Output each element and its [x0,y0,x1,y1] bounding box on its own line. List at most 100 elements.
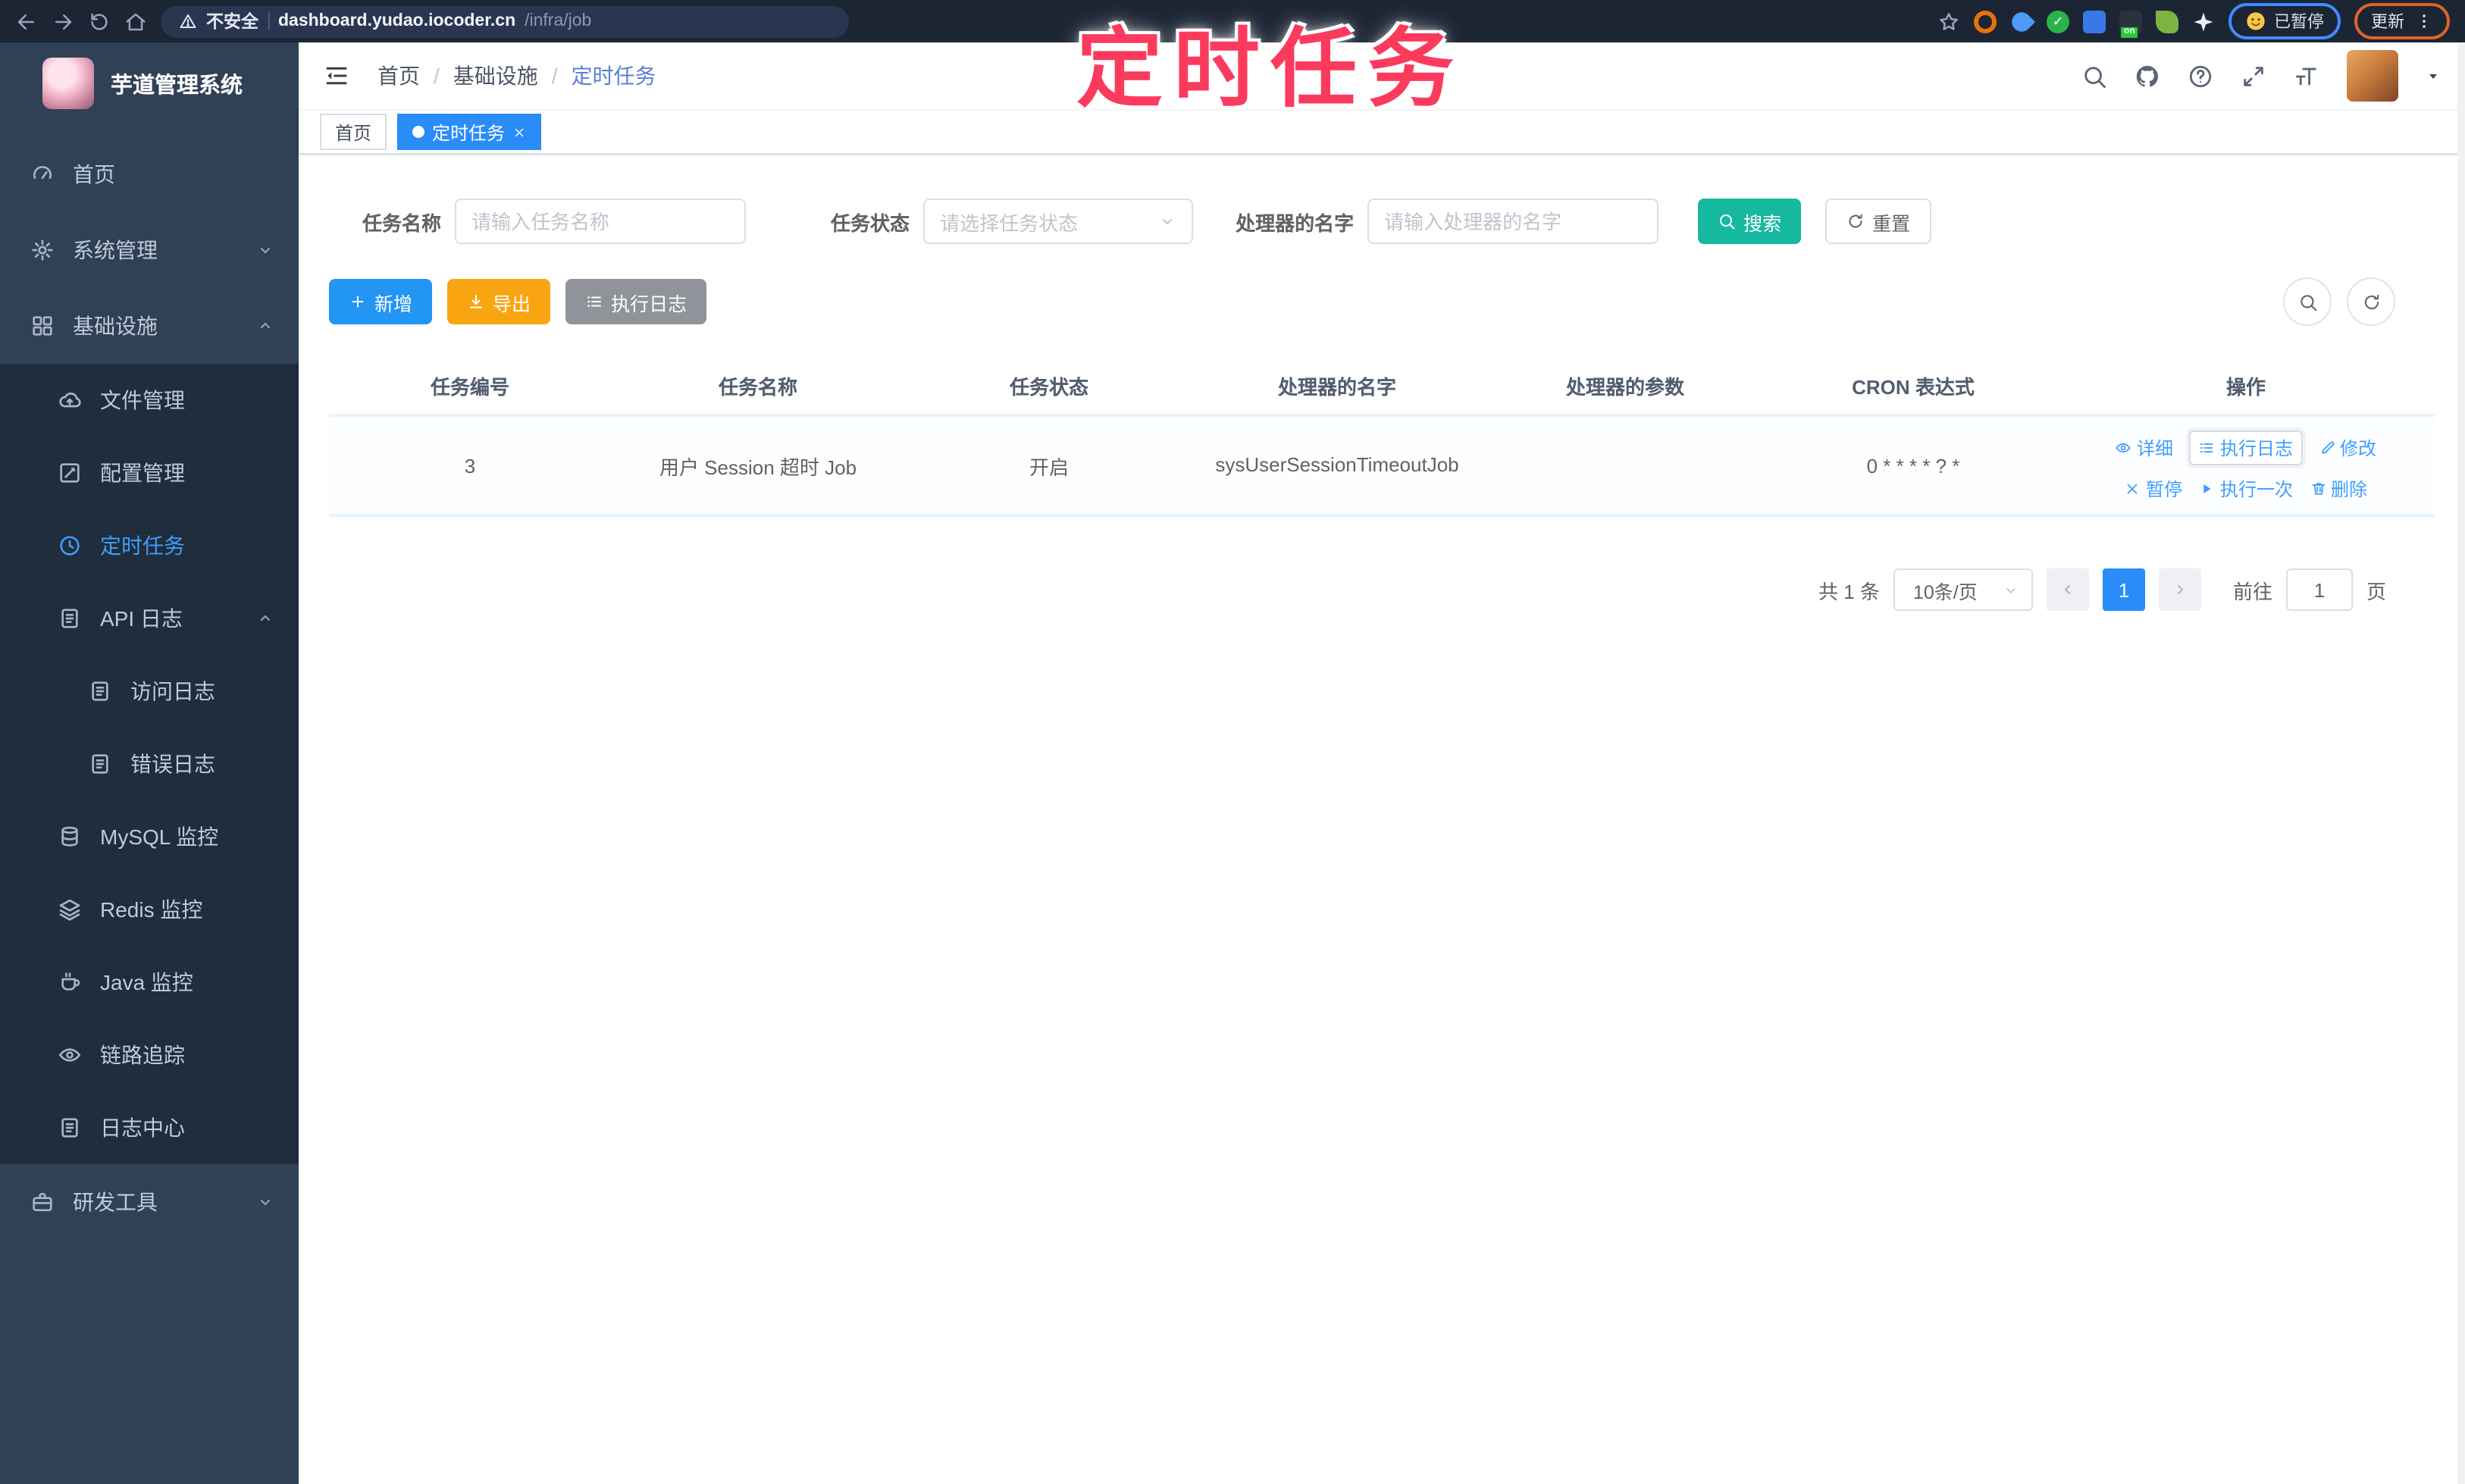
plus-icon [349,293,367,311]
tab-scheduled-task[interactable]: 定时任务 [397,114,542,150]
bookmark-star-icon[interactable] [1937,10,1960,33]
blue-drop-extension-icon[interactable] [2007,7,2036,36]
sidebar-item-log-center[interactable]: 日志中心 [0,1091,299,1164]
sidebar-item-java-monitor[interactable]: Java 监控 [0,946,299,1019]
sidebar-item-scheduled-task[interactable]: 定时任务 [0,509,299,582]
task-name-input[interactable] [455,199,747,244]
sidebar-item-label: 错误日志 [130,752,215,776]
cell-actions: 详细 执行日志 修改 暂停 执行一次 删除 [2057,430,2435,501]
next-page-button[interactable] [2158,568,2201,611]
update-chip-label: 更新 [2371,14,2404,32]
run-once-link[interactable]: 执行一次 [2199,475,2293,501]
tab-home[interactable]: 首页 [320,114,387,150]
add-button-label: 新增 [374,293,413,315]
export-button[interactable]: 导出 [447,279,551,324]
row-exec-log-link[interactable]: 执行日志 [2189,430,2302,465]
url-bar[interactable]: 不安全 dashboard.yudao.iocoder.cn /infra/jo… [161,5,849,37]
sidebar-item-label: 文件管理 [100,388,185,412]
blue-grid-extension-icon[interactable] [2083,10,2106,33]
sidebar: 芋道管理系统 首页 系统管理 基础设施 文件管理 配置管理 定时任务 API 日… [0,42,299,1484]
leaf-extension-icon[interactable] [2156,10,2178,33]
detail-link[interactable]: 详细 [2116,430,2173,465]
page-size-select[interactable]: 10条/页 [1893,568,2033,611]
text-size-icon[interactable] [2294,63,2319,89]
profile-paused-chip[interactable]: 已暂停 [2229,3,2341,39]
sidebar-item-config-mgmt[interactable]: 配置管理 [0,437,299,509]
sidebar-item-label: 基础设施 [73,314,158,338]
breadcrumb-current: 定时任务 [571,64,656,88]
log-icon [58,606,82,631]
pause-link[interactable]: 暂停 [2125,475,2182,501]
sidebar-item-mysql-monitor[interactable]: MySQL 监控 [0,800,299,873]
grid-icon [30,314,55,338]
add-button[interactable]: 新增 [329,279,433,324]
forward-icon[interactable] [52,10,74,33]
tab-label: 首页 [335,122,372,143]
delete-link[interactable]: 删除 [2310,475,2367,501]
search-icon[interactable] [2081,63,2107,89]
back-icon[interactable] [15,10,38,33]
sidebar-item-error-log[interactable]: 错误日志 [0,728,299,800]
reset-button[interactable]: 重置 [1825,199,1932,244]
scrollbar[interactable] [2457,42,2465,1484]
sidebar-fold-icon[interactable] [323,62,350,89]
prev-page-button[interactable] [2046,568,2089,611]
exec-log-button[interactable]: 执行日志 [565,279,707,324]
search-button[interactable]: 搜索 [1698,199,1802,244]
export-button-label: 导出 [493,293,531,315]
chevron-down-icon [256,1193,274,1211]
sidebar-item-infra[interactable]: 基础设施 [0,288,299,364]
green-check-extension-icon[interactable]: ✓ [2047,10,2069,33]
dark-on-extension-icon[interactable]: on [2119,10,2142,37]
breadcrumb-infra[interactable]: 基础设施 [453,61,538,91]
current-page-button[interactable]: 1 [2102,568,2145,611]
cell-task-status: 开启 [1029,456,1069,478]
menu-dots-icon[interactable] [2415,12,2433,30]
github-icon[interactable] [2135,63,2160,89]
column-header: 任务编号 [430,375,509,398]
handler-name-input[interactable] [1367,199,1659,244]
sidebar-item-file-mgmt[interactable]: 文件管理 [0,364,299,437]
reload-icon[interactable] [88,10,111,33]
log-icon [88,679,112,703]
chevron-down-icon [1158,212,1176,230]
select-placeholder: 请选择任务状态 [940,211,1079,234]
reset-button-label: 重置 [1872,213,1911,234]
briefcase-icon [30,1190,55,1214]
orange-donut-extension-icon[interactable] [1974,10,1997,33]
trash-icon [2310,480,2326,496]
close-icon[interactable] [512,125,526,139]
sidebar-item-home[interactable]: 首页 [0,136,299,212]
toggle-search-button[interactable] [2283,277,2332,326]
sidebar-item-access-log[interactable]: 访问日志 [0,655,299,728]
help-icon[interactable] [2188,63,2213,89]
refresh-table-button[interactable] [2347,277,2395,326]
home-icon[interactable] [124,10,147,33]
eye-icon [2116,439,2132,456]
fullscreen-icon[interactable] [2241,63,2266,89]
sidebar-item-redis-monitor[interactable]: Redis 监控 [0,873,299,946]
column-header: 处理器的名字 [1277,375,1396,398]
sidebar-item-label: MySQL 监控 [100,825,219,849]
sidebar-item-dev-tools[interactable]: 研发工具 [0,1164,299,1240]
column-header: 操作 [2225,375,2266,398]
cell-handler-name: sysUserSessionTimeoutJob [1215,452,1459,476]
toolbar: 新增 导出 执行日志 [329,277,2435,326]
task-status-select[interactable]: 请选择任务状态 [923,199,1194,244]
sidebar-item-tracing[interactable]: 链路追踪 [0,1019,299,1091]
white-star-extension-icon[interactable] [2192,10,2215,33]
sidebar-item-api-log[interactable]: API 日志 [0,582,299,655]
goto-page-input[interactable] [2285,568,2353,611]
column-header: 处理器的参数 [1565,375,1684,398]
update-chip[interactable]: 更新 [2354,3,2450,39]
edit-link[interactable]: 修改 [2319,430,2376,465]
table-row[interactable]: 3 用户 Session 超时 Job 开启 sysUserSessionTim… [329,417,2435,517]
edit-icon [58,461,82,485]
sidebar-item-system[interactable]: 系统管理 [0,212,299,288]
app-logo: 芋道管理系统 [0,42,299,121]
caret-down-icon[interactable] [2426,68,2441,83]
avatar[interactable] [2347,50,2398,102]
annotation-watermark: 定时任务 [1076,21,1464,118]
sidebar-item-label: 配置管理 [100,461,185,485]
breadcrumb-home[interactable]: 首页 [377,61,420,91]
